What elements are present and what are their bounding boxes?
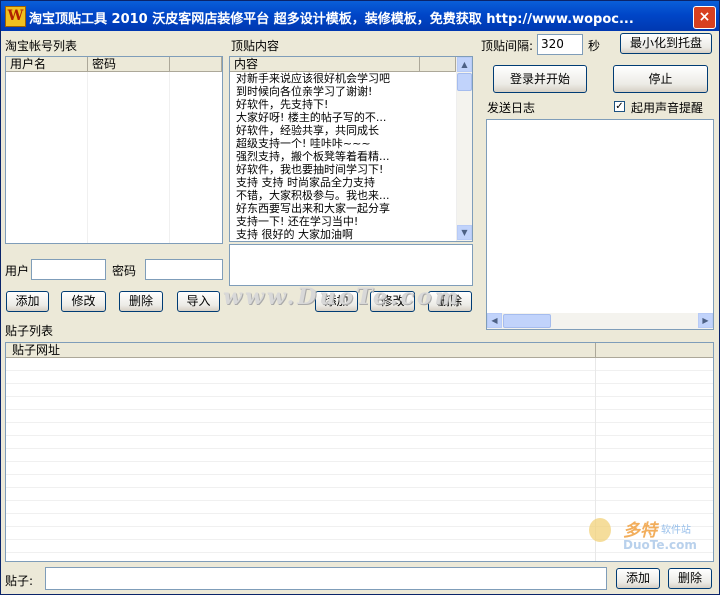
interval-label: 顶贴间隔: (481, 39, 534, 53)
send-log-box[interactable]: ◀ ▶ (486, 119, 714, 330)
scroll-thumb[interactable] (503, 314, 551, 328)
minimize-to-tray-button[interactable]: 最小化到托盘 (620, 33, 712, 54)
interval-unit: 秒 (588, 39, 601, 53)
sound-alert-checkbox[interactable]: ✓ (614, 101, 625, 112)
column-divider (169, 72, 170, 243)
column-header-password[interactable]: 密码 (88, 57, 170, 72)
scroll-up-icon[interactable]: ▲ (457, 57, 472, 72)
column-header-empty (420, 57, 456, 72)
content-items: 对新手来说应该很好机会学习吧 到时候向各位亲学习了谢谢! 好软件，先支持下! 大… (233, 72, 438, 241)
password-input[interactable] (145, 259, 223, 280)
list-item[interactable]: 到时候向各位亲学习了谢谢! (233, 85, 438, 98)
post-url-input[interactable] (45, 567, 607, 590)
list-item[interactable]: 支持 很好的 大家加油啊 (233, 228, 438, 241)
title-bar: W 淘宝顶贴工具 2010 沃皮客网店装修平台 超多设计模板，装修模板，免费获取… (1, 1, 719, 31)
list-item[interactable]: 大家好呀! 楼主的帖子写的不... (233, 111, 438, 124)
content-edit-input[interactable] (229, 244, 473, 286)
close-button[interactable]: × (693, 6, 716, 29)
account-edit-button[interactable]: 修改 (61, 291, 106, 312)
list-item[interactable]: 支持一下! 还在学习当中! (233, 215, 438, 228)
scroll-down-icon[interactable]: ▼ (457, 225, 472, 240)
scroll-left-icon[interactable]: ◀ (487, 313, 502, 328)
list-item[interactable]: 好软件，经验共享，共同成长 (233, 124, 438, 137)
logo-url-text: DuoTe.com (623, 538, 697, 552)
password-label: 密码 (112, 264, 137, 278)
list-item[interactable]: 好软件，我也要抽时间学习下! (233, 163, 438, 176)
watermark-text: www.DuoTe.com (223, 284, 461, 310)
accounts-table[interactable]: 用户名 密码 (5, 56, 223, 244)
scroll-thumb[interactable] (457, 73, 472, 91)
account-add-button[interactable]: 添加 (6, 291, 49, 312)
column-header-content[interactable]: 内容 (230, 57, 420, 72)
posts-label: 贴子列表 (5, 324, 54, 338)
column-divider (87, 72, 88, 243)
window-title: 淘宝顶贴工具 2010 沃皮客网店装修平台 超多设计模板，装修模板，免费获取 h… (29, 12, 634, 27)
duote-watermark-logo: 多特 软件站 DuoTe.com (589, 516, 717, 576)
list-item[interactable]: 好软件，先支持下! (233, 98, 438, 111)
column-header-empty (596, 343, 713, 358)
log-horizontal-scrollbar[interactable]: ◀ ▶ (487, 313, 713, 329)
login-start-button[interactable]: 登录并开始 (493, 65, 587, 93)
sound-alert-label: 起用声音提醒 (631, 101, 704, 115)
logo-sub-text: 软件站 (661, 525, 691, 536)
list-item[interactable]: 对新手来说应该很好机会学习吧 (233, 72, 438, 85)
content-vertical-scrollbar[interactable]: ▲ ▼ (456, 57, 472, 241)
scroll-right-icon[interactable]: ▶ (698, 313, 713, 328)
column-header-username[interactable]: 用户名 (6, 57, 88, 72)
column-header-url[interactable]: 贴子网址 (6, 343, 596, 358)
list-item[interactable]: 强烈支持，搬个板凳等着看精... (233, 150, 438, 163)
list-item[interactable]: 超级支持一个! 哇咔咔~~~ (233, 137, 438, 150)
accounts-label: 淘宝帐号列表 (5, 39, 78, 53)
post-input-label: 贴子: (5, 574, 34, 588)
column-header-empty (170, 57, 222, 72)
mascot-icon (589, 518, 611, 542)
app-window: W 淘宝顶贴工具 2010 沃皮客网店装修平台 超多设计模板，装修模板，免费获取… (0, 0, 720, 595)
content-label: 顶贴内容 (231, 39, 280, 53)
user-input[interactable] (31, 259, 106, 280)
interval-input[interactable]: 320 (537, 34, 583, 55)
send-log-label: 发送日志 (487, 101, 536, 115)
user-label: 用户 (5, 264, 30, 278)
stop-button[interactable]: 停止 (613, 65, 708, 93)
list-item[interactable]: 不错，大家积极参与。我也来... (233, 189, 438, 202)
app-logo-icon: W (5, 6, 26, 27)
content-list[interactable]: 内容 对新手来说应该很好机会学习吧 到时候向各位亲学习了谢谢! 好软件，先支持下… (229, 56, 473, 242)
account-import-button[interactable]: 导入 (177, 291, 220, 312)
list-item[interactable]: 好东西要写出来和大家一起分享 (233, 202, 438, 215)
list-item[interactable]: 支持 支持 时尚家品全力支持 (233, 176, 438, 189)
account-delete-button[interactable]: 删除 (119, 291, 163, 312)
